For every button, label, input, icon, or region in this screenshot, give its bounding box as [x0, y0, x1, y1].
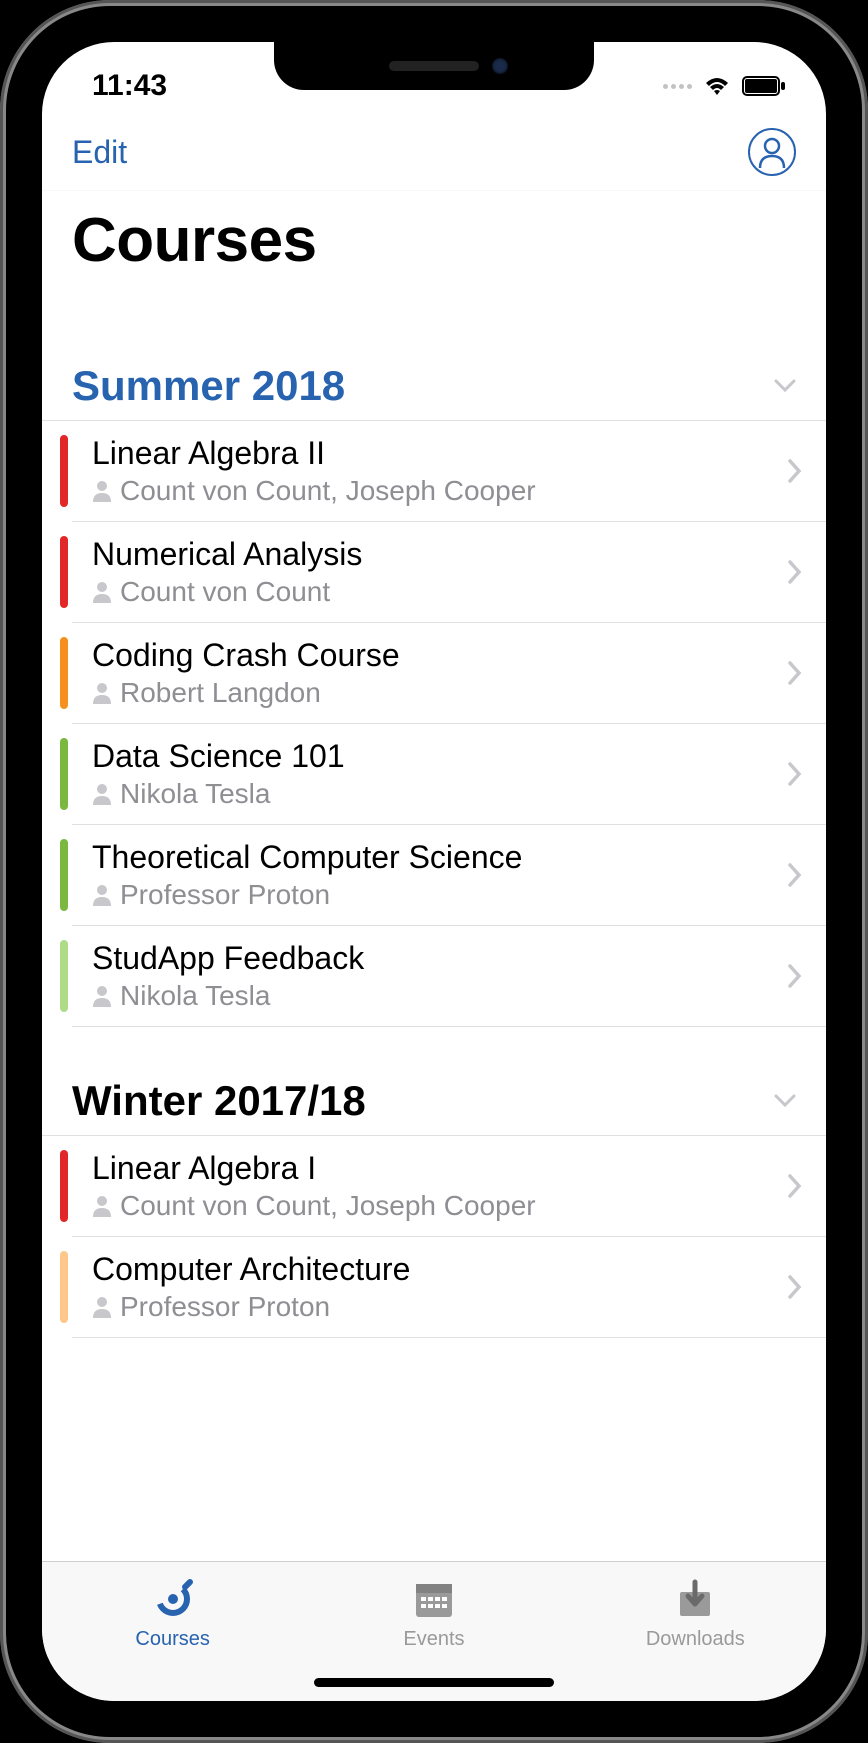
chevron-right-icon [788, 459, 802, 483]
course-instructors: Count von Count, Joseph Cooper [92, 1190, 788, 1222]
course-title: Computer Architecture [92, 1251, 788, 1288]
courses-icon [150, 1574, 196, 1624]
course-color-indicator [60, 1150, 68, 1222]
tab-label: Courses [135, 1628, 209, 1651]
home-indicator[interactable] [314, 1678, 554, 1687]
tab-events[interactable]: Events [303, 1574, 564, 1665]
course-color-indicator [60, 435, 68, 507]
section-header-winter-2017-18[interactable]: Winter 2017/18 [42, 1077, 826, 1136]
course-instructors: Nikola Tesla [92, 778, 788, 810]
course-row[interactable]: Coding Crash Course Robert Langdon [72, 623, 826, 724]
wifi-icon [702, 75, 732, 97]
course-color-indicator [60, 637, 68, 709]
device-notch [274, 42, 594, 90]
course-color-indicator [60, 738, 68, 810]
person-icon [92, 581, 112, 603]
chevron-right-icon [788, 560, 802, 584]
section-title: Summer 2018 [72, 362, 345, 410]
course-content: Data Science 101 Nikola Tesla [68, 738, 788, 810]
course-row[interactable]: StudApp Feedback Nikola Tesla [72, 926, 826, 1027]
status-time: 11:43 [92, 69, 167, 103]
nav-bar: Edit [42, 112, 826, 191]
course-title: StudApp Feedback [92, 940, 788, 977]
course-row[interactable]: Linear Algebra I Count von Count, Joseph… [72, 1136, 826, 1237]
speaker-grille [389, 61, 479, 71]
course-title: Data Science 101 [92, 738, 788, 775]
person-icon [92, 480, 112, 502]
course-content: Coding Crash Course Robert Langdon [68, 637, 788, 709]
course-content: Linear Algebra II Count von Count, Josep… [68, 435, 788, 507]
person-icon [92, 682, 112, 704]
cellular-signal-icon [663, 84, 692, 89]
tab-downloads[interactable]: Downloads [565, 1574, 826, 1665]
course-instructors: Nikola Tesla [92, 980, 788, 1012]
course-title: Numerical Analysis [92, 536, 788, 573]
course-instructors: Count von Count, Joseph Cooper [92, 475, 788, 507]
device-bezel: 11:43 Edit Courses Summer 2018 [22, 22, 846, 1721]
chevron-right-icon [788, 762, 802, 786]
chevron-right-icon [788, 863, 802, 887]
section-title: Winter 2017/18 [72, 1077, 366, 1125]
tab-label: Downloads [646, 1628, 745, 1651]
page-title: Courses [42, 191, 826, 276]
profile-icon [757, 136, 787, 168]
chevron-down-icon [774, 379, 796, 393]
status-icons [663, 75, 786, 97]
download-icon [674, 1574, 716, 1624]
person-icon [92, 884, 112, 906]
device-frame: 11:43 Edit Courses Summer 2018 [0, 0, 868, 1743]
course-content: Linear Algebra I Count von Count, Joseph… [68, 1150, 788, 1222]
course-row[interactable]: Numerical Analysis Count von Count [72, 522, 826, 623]
course-color-indicator [60, 1251, 68, 1323]
tab-label: Events [403, 1628, 464, 1651]
course-color-indicator [60, 940, 68, 1012]
course-row[interactable]: Data Science 101 Nikola Tesla [72, 724, 826, 825]
course-title: Linear Algebra II [92, 435, 788, 472]
course-row[interactable]: Linear Algebra II Count von Count, Josep… [72, 421, 826, 522]
chevron-right-icon [788, 1174, 802, 1198]
calendar-icon [413, 1574, 455, 1624]
person-icon [92, 1296, 112, 1318]
chevron-down-icon [774, 1094, 796, 1108]
chevron-right-icon [788, 964, 802, 988]
edit-button[interactable]: Edit [72, 134, 127, 171]
front-camera [492, 58, 508, 74]
tab-courses[interactable]: Courses [42, 1574, 303, 1665]
course-list-container[interactable]: Summer 2018 Linear Algebra II Count von … [42, 276, 826, 1605]
section-header-summer-2018[interactable]: Summer 2018 [42, 362, 826, 421]
screen: 11:43 Edit Courses Summer 2018 [42, 42, 826, 1701]
battery-icon [742, 76, 786, 96]
course-row[interactable]: Computer Architecture Professor Proton [72, 1237, 826, 1338]
course-row[interactable]: Theoretical Computer Science Professor P… [72, 825, 826, 926]
course-content: Theoretical Computer Science Professor P… [68, 839, 788, 911]
course-content: StudApp Feedback Nikola Tesla [68, 940, 788, 1012]
person-icon [92, 783, 112, 805]
course-instructors: Professor Proton [92, 879, 788, 911]
course-title: Theoretical Computer Science [92, 839, 788, 876]
chevron-right-icon [788, 1275, 802, 1299]
course-content: Numerical Analysis Count von Count [68, 536, 788, 608]
course-instructors: Professor Proton [92, 1291, 788, 1323]
course-color-indicator [60, 839, 68, 911]
person-icon [92, 985, 112, 1007]
person-icon [92, 1195, 112, 1217]
course-instructors: Count von Count [92, 576, 788, 608]
course-instructors: Robert Langdon [92, 677, 788, 709]
course-color-indicator [60, 536, 68, 608]
course-content: Computer Architecture Professor Proton [68, 1251, 788, 1323]
chevron-right-icon [788, 661, 802, 685]
course-title: Coding Crash Course [92, 637, 788, 674]
profile-button[interactable] [748, 128, 796, 176]
course-title: Linear Algebra I [92, 1150, 788, 1187]
